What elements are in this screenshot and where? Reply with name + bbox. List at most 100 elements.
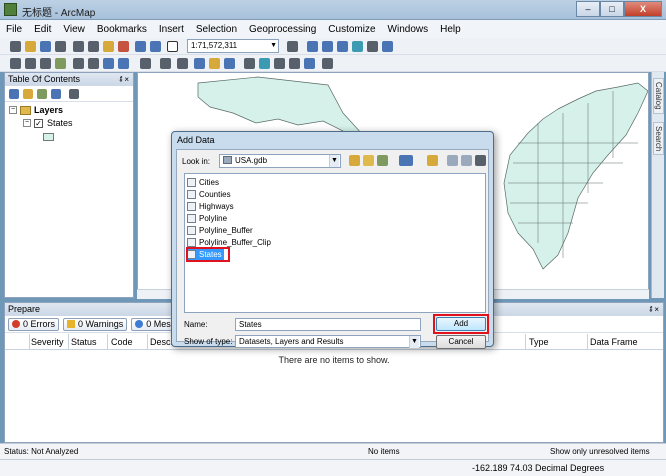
properties-icon[interactable] [461,155,472,166]
menu-geoprocessing[interactable]: Geoprocessing [243,24,322,35]
col-status[interactable]: Status [71,337,97,347]
arcmap-app-icon [4,3,17,16]
up-one-level-icon[interactable] [349,155,360,166]
layer-row-states[interactable]: − ✓ States [23,118,73,128]
menu-insert[interactable]: Insert [153,24,190,35]
list-item-highways[interactable]: Highways [187,201,236,212]
layers-label: Layers [34,105,64,115]
find-route-icon[interactable] [259,58,270,69]
prepare-pin-close[interactable]: ᵮ × [650,303,659,316]
measure-icon[interactable] [289,58,300,69]
copy-icon[interactable] [88,41,99,52]
list-item-polyline[interactable]: Polyline [187,213,229,224]
paste-icon[interactable] [103,41,114,52]
layers-dataframe-row[interactable]: − Layers [9,105,63,115]
connect-folder-icon[interactable] [377,155,388,166]
list-by-source-icon[interactable] [23,89,33,99]
file-name: Cities [199,178,220,187]
menu-file[interactable]: File [0,24,28,35]
toc-window-icon[interactable] [307,41,318,52]
go-to-xy-icon[interactable] [274,58,285,69]
add-data-icon[interactable] [167,41,178,52]
print-icon[interactable] [55,41,66,52]
editor-icon[interactable] [287,41,298,52]
toc-options-icon[interactable] [69,89,79,99]
html-popup-icon[interactable] [224,58,235,69]
select-elements-icon[interactable] [177,58,188,69]
col-code[interactable]: Code [111,337,133,347]
layer-visibility-checkbox[interactable]: ✓ [34,118,43,128]
save-icon[interactable] [40,41,51,52]
col-type[interactable]: Type [529,337,549,347]
list-by-visibility-icon[interactable] [37,89,47,99]
menu-edit[interactable]: Edit [28,24,57,35]
back-extent-icon[interactable] [103,58,114,69]
identify-icon[interactable] [194,58,205,69]
list-item-cities[interactable]: Cities [187,177,221,188]
unresolved-filter[interactable]: Show only unresolved items [550,447,650,456]
home-folder-icon[interactable] [363,155,374,166]
menu-selection[interactable]: Selection [190,24,243,35]
find-icon[interactable] [244,58,255,69]
catalog-window-icon[interactable] [322,41,333,52]
menu-bookmarks[interactable]: Bookmarks [91,24,153,35]
show-of-type-combo[interactable]: Datasets, Layers and Results ▼ [235,335,421,348]
time-slider-icon[interactable] [304,58,315,69]
map-scale-combo[interactable]: 1:71,572,311 ▼ [187,39,279,53]
menu-windows[interactable]: Windows [382,24,435,35]
look-in-combo[interactable]: USA.gdb ▼ [219,154,341,168]
name-input[interactable]: States [235,318,421,331]
arctoolbox-icon[interactable] [352,41,363,52]
cut-icon[interactable] [73,41,84,52]
chevron-down-icon: ▼ [270,42,277,49]
full-extent-icon[interactable] [55,58,66,69]
view-menu-icon[interactable] [399,155,413,166]
open-icon[interactable] [25,41,36,52]
toc-pin-close[interactable]: ᵮ × [120,73,129,86]
errors-tab[interactable]: 0 Errors [8,317,60,331]
catalog-tab[interactable]: Catalog [653,78,664,114]
line-featureclass-icon [187,202,196,211]
polygon-featureclass-icon [187,226,196,235]
collapse-icon[interactable]: − [23,119,31,127]
list-item-counties[interactable]: Counties [187,189,233,200]
python-window-icon[interactable] [367,41,378,52]
delete-item-icon[interactable] [447,155,458,166]
catalog-tree-icon[interactable] [475,155,486,166]
cancel-button[interactable]: Cancel [436,335,486,349]
new-folder-icon[interactable] [427,155,438,166]
zoom-out-icon[interactable] [25,58,36,69]
hyperlink-icon[interactable] [209,58,220,69]
forward-extent-icon[interactable] [118,58,129,69]
zoom-in-icon[interactable] [10,58,21,69]
pan-icon[interactable] [40,58,51,69]
col-data-frame[interactable]: Data Frame [590,337,638,347]
fixed-zoom-out-icon[interactable] [88,58,99,69]
select-features-icon[interactable] [140,58,151,69]
search-window-icon[interactable] [337,41,348,52]
create-viewer-icon[interactable] [322,58,333,69]
menu-customize[interactable]: Customize [322,24,381,35]
list-by-selection-icon[interactable] [51,89,61,99]
fixed-zoom-in-icon[interactable] [73,58,84,69]
menu-view[interactable]: View [57,24,91,35]
warnings-tab[interactable]: 0 Warnings [63,317,128,331]
polygon-symbol-swatch[interactable] [43,133,54,141]
new-document-icon[interactable] [10,41,21,52]
delete-icon[interactable] [118,41,129,52]
clear-selection-icon[interactable] [160,58,171,69]
redo-icon[interactable] [150,41,161,52]
undo-icon[interactable] [135,41,146,52]
list-by-drawing-order-icon[interactable] [9,89,19,99]
close-button[interactable]: X [624,1,662,17]
menu-help[interactable]: Help [434,24,467,35]
tools-toolbar [0,55,666,72]
minimize-button[interactable]: – [576,1,600,17]
search-tab[interactable]: Search [653,122,664,156]
col-description[interactable]: Descr [150,337,174,347]
collapse-icon[interactable]: − [9,106,17,114]
col-severity[interactable]: Severity [31,337,64,347]
maximize-button[interactable]: □ [600,1,624,17]
model-builder-icon[interactable] [382,41,393,52]
list-item-polyline-buffer[interactable]: Polyline_Buffer [187,225,255,236]
